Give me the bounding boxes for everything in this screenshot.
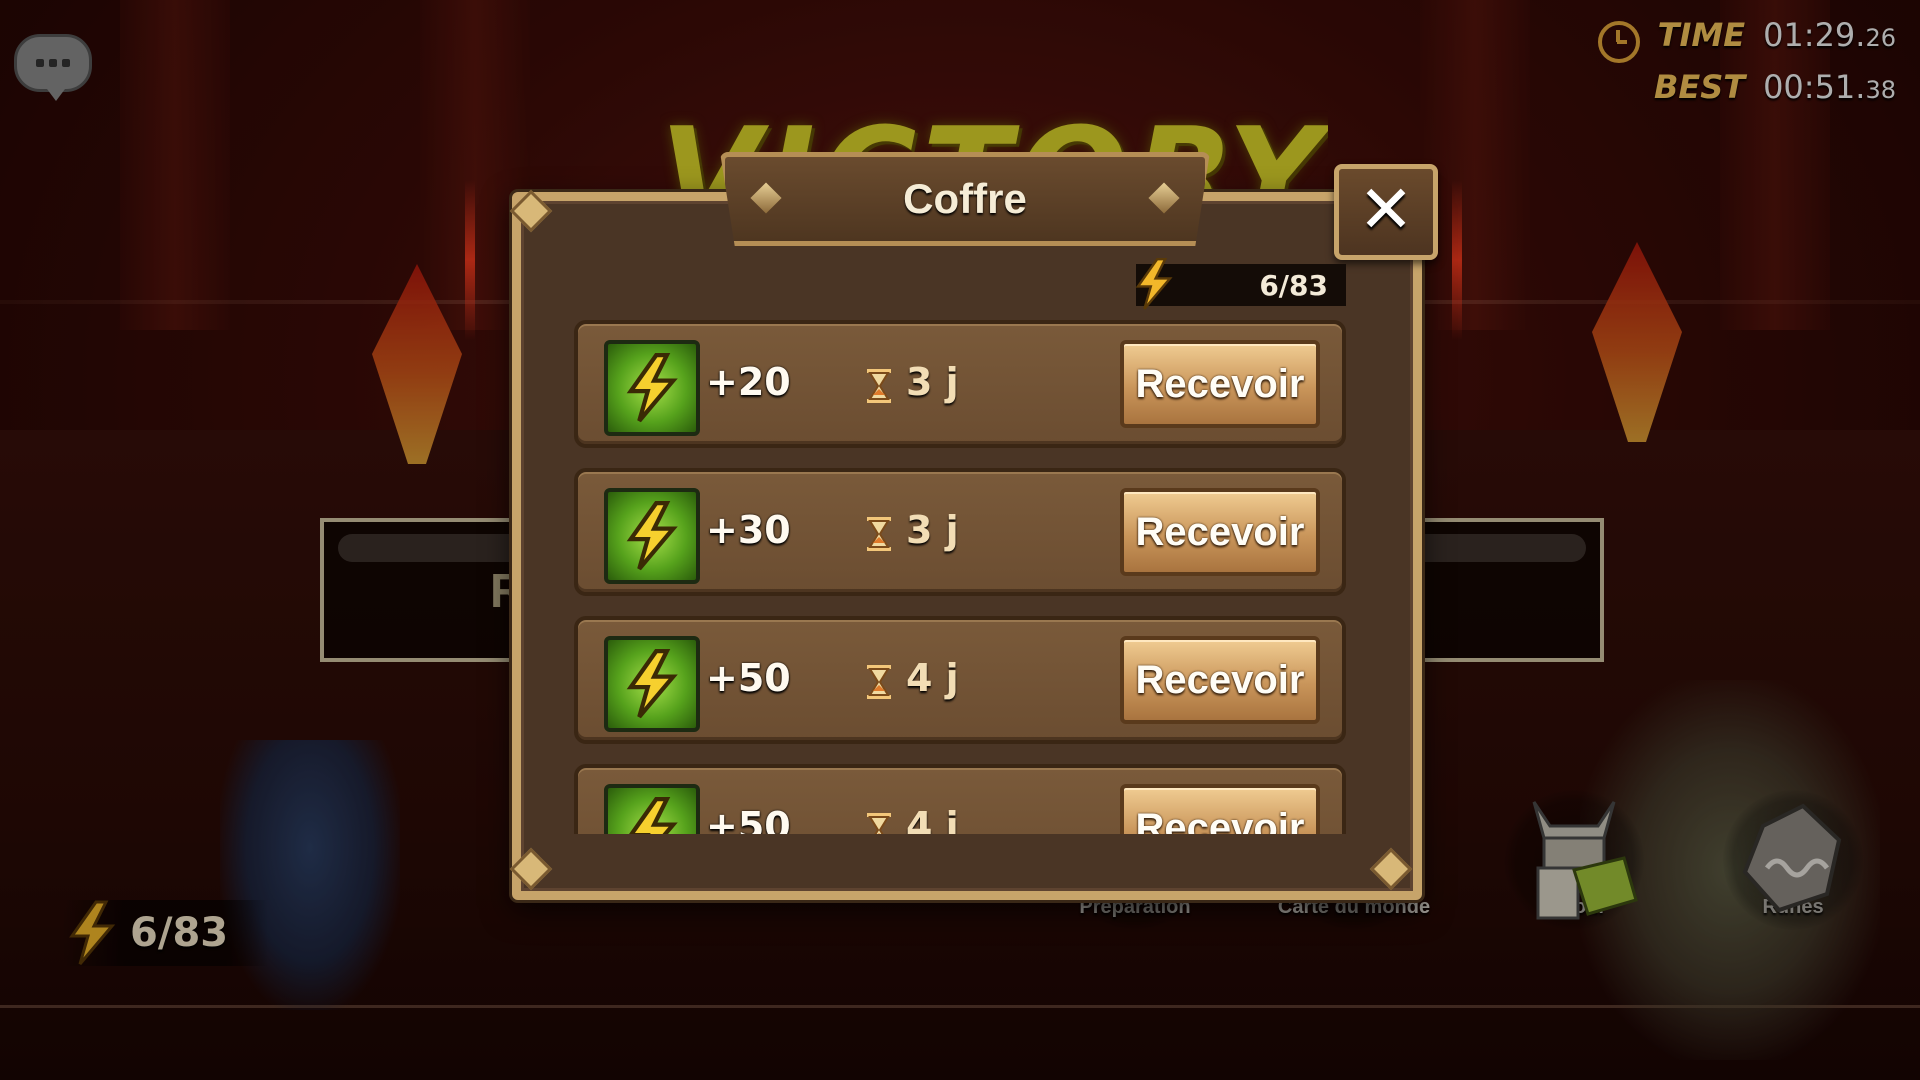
popup-title-plate: Coffre xyxy=(720,152,1210,246)
hourglass-icon xyxy=(867,369,891,403)
reward-row: +50 4 j Recevoir xyxy=(574,616,1346,744)
energy-bolt-icon xyxy=(1130,256,1178,316)
popup-energy-counter: 6/83 xyxy=(1135,258,1346,310)
hourglass-icon xyxy=(867,665,891,699)
title-ornament-right xyxy=(1148,182,1180,214)
receive-button-label: Recevoir xyxy=(1135,509,1305,554)
energy-reward-icon xyxy=(604,488,700,584)
hourglass-icon xyxy=(867,517,891,551)
receive-button[interactable]: Recevoir xyxy=(1120,636,1320,724)
reward-duration: 3 j xyxy=(906,360,959,404)
title-ornament-left xyxy=(750,182,782,214)
receive-button[interactable]: Recevoir xyxy=(1120,340,1320,428)
energy-reward-icon xyxy=(604,784,700,834)
reward-amount: +30 xyxy=(706,508,791,552)
game-scene: VICTORY R TIME 01:29.26 BEST 00:51.38 6/… xyxy=(0,0,1920,1080)
receive-button[interactable]: Recevoir xyxy=(1120,784,1320,834)
receive-button[interactable]: Recevoir xyxy=(1120,488,1320,576)
reward-row: +20 3 j Recevoir xyxy=(574,320,1346,448)
receive-button-label: Recevoir xyxy=(1135,361,1305,406)
reward-amount: +20 xyxy=(706,360,791,404)
energy-reward-icon xyxy=(604,636,700,732)
reward-amount: +50 xyxy=(706,656,791,700)
reward-duration: 4 j xyxy=(906,804,959,834)
popup-title: Coffre xyxy=(903,175,1027,222)
receive-button-label: Recevoir xyxy=(1135,657,1305,702)
close-button[interactable]: ✕ xyxy=(1334,164,1438,260)
hourglass-icon xyxy=(867,813,891,834)
reward-duration: 4 j xyxy=(906,656,959,700)
close-icon: ✕ xyxy=(1358,171,1414,248)
reward-row: +30 3 j Recevoir xyxy=(574,468,1346,596)
reward-row: +50 4 j Recevoir xyxy=(574,764,1346,834)
reward-list[interactable]: +20 3 j Recevoir +30 3 j Recevoir +50 4 … xyxy=(574,320,1346,834)
popup-energy-value: 6/83 xyxy=(1259,268,1328,302)
reward-duration: 3 j xyxy=(906,508,959,552)
receive-button-label: Recevoir xyxy=(1135,805,1305,835)
reward-amount: +50 xyxy=(706,804,791,834)
energy-reward-icon xyxy=(604,340,700,436)
